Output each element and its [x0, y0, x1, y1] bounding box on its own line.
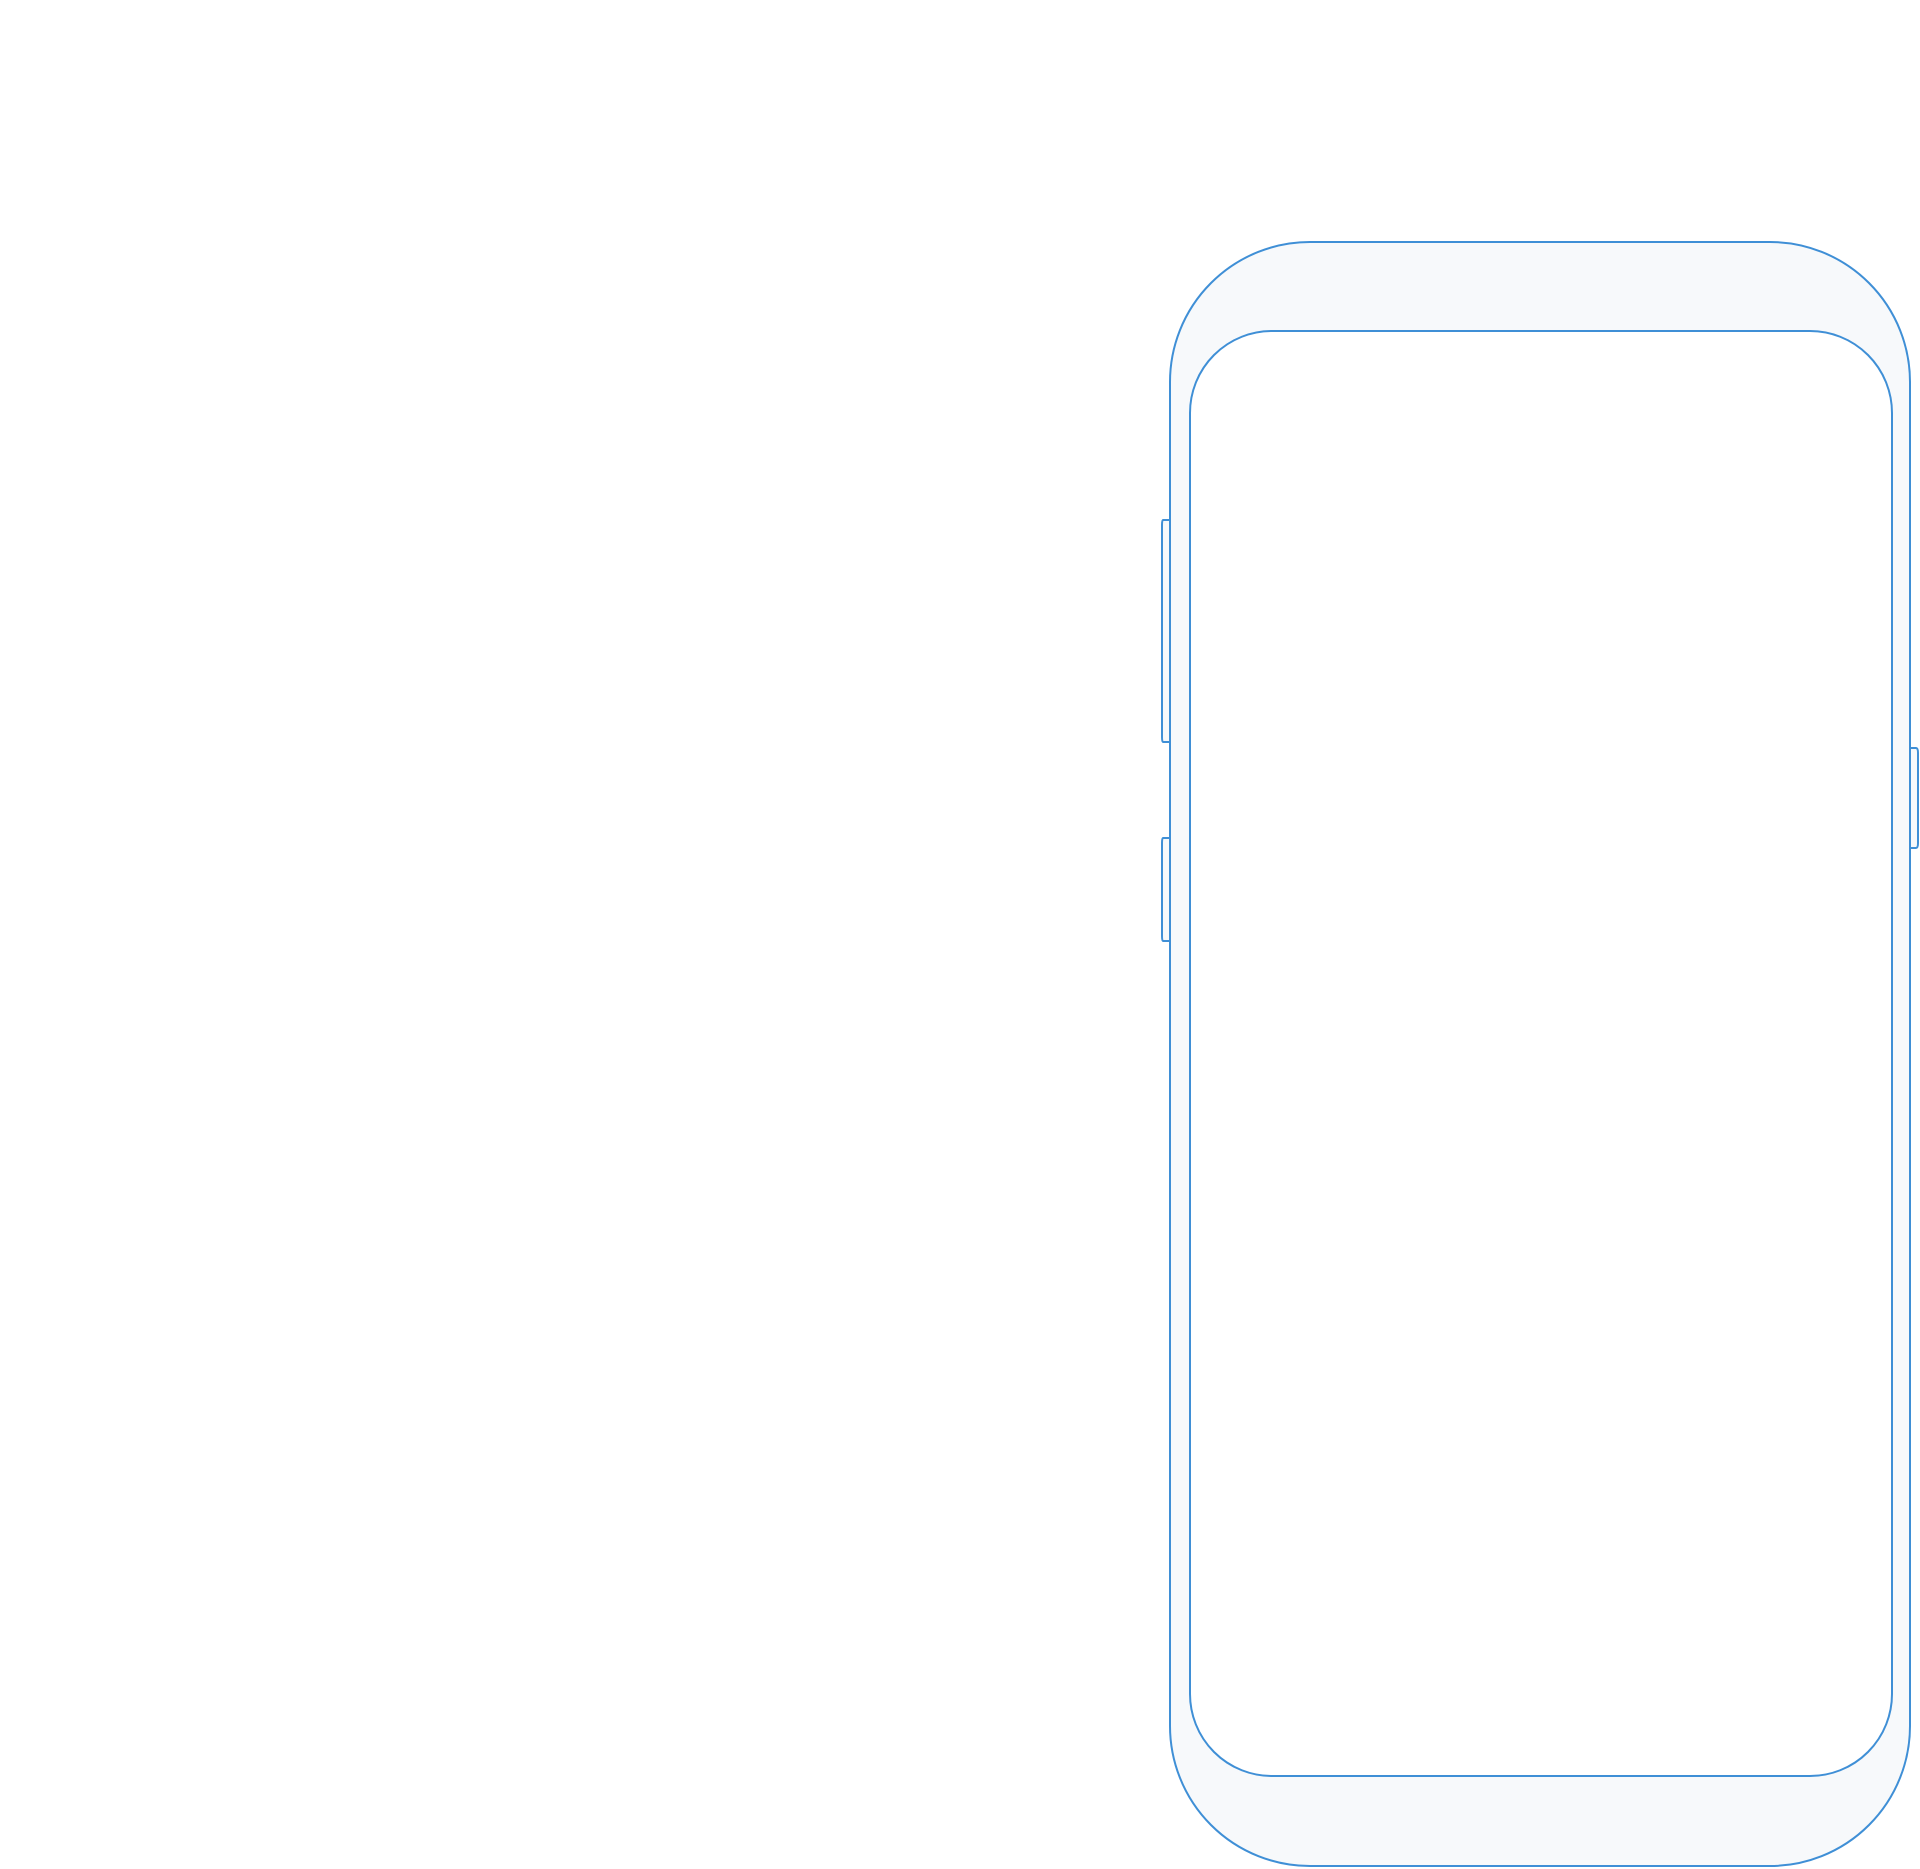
left-side-button-volume	[1161, 837, 1170, 942]
phone-screen	[1189, 330, 1893, 1777]
phone-device-mockup	[1161, 241, 1919, 1867]
right-side-power-button	[1910, 747, 1919, 849]
left-side-button-bixby	[1161, 519, 1170, 743]
page-canvas	[0, 0, 1920, 1869]
